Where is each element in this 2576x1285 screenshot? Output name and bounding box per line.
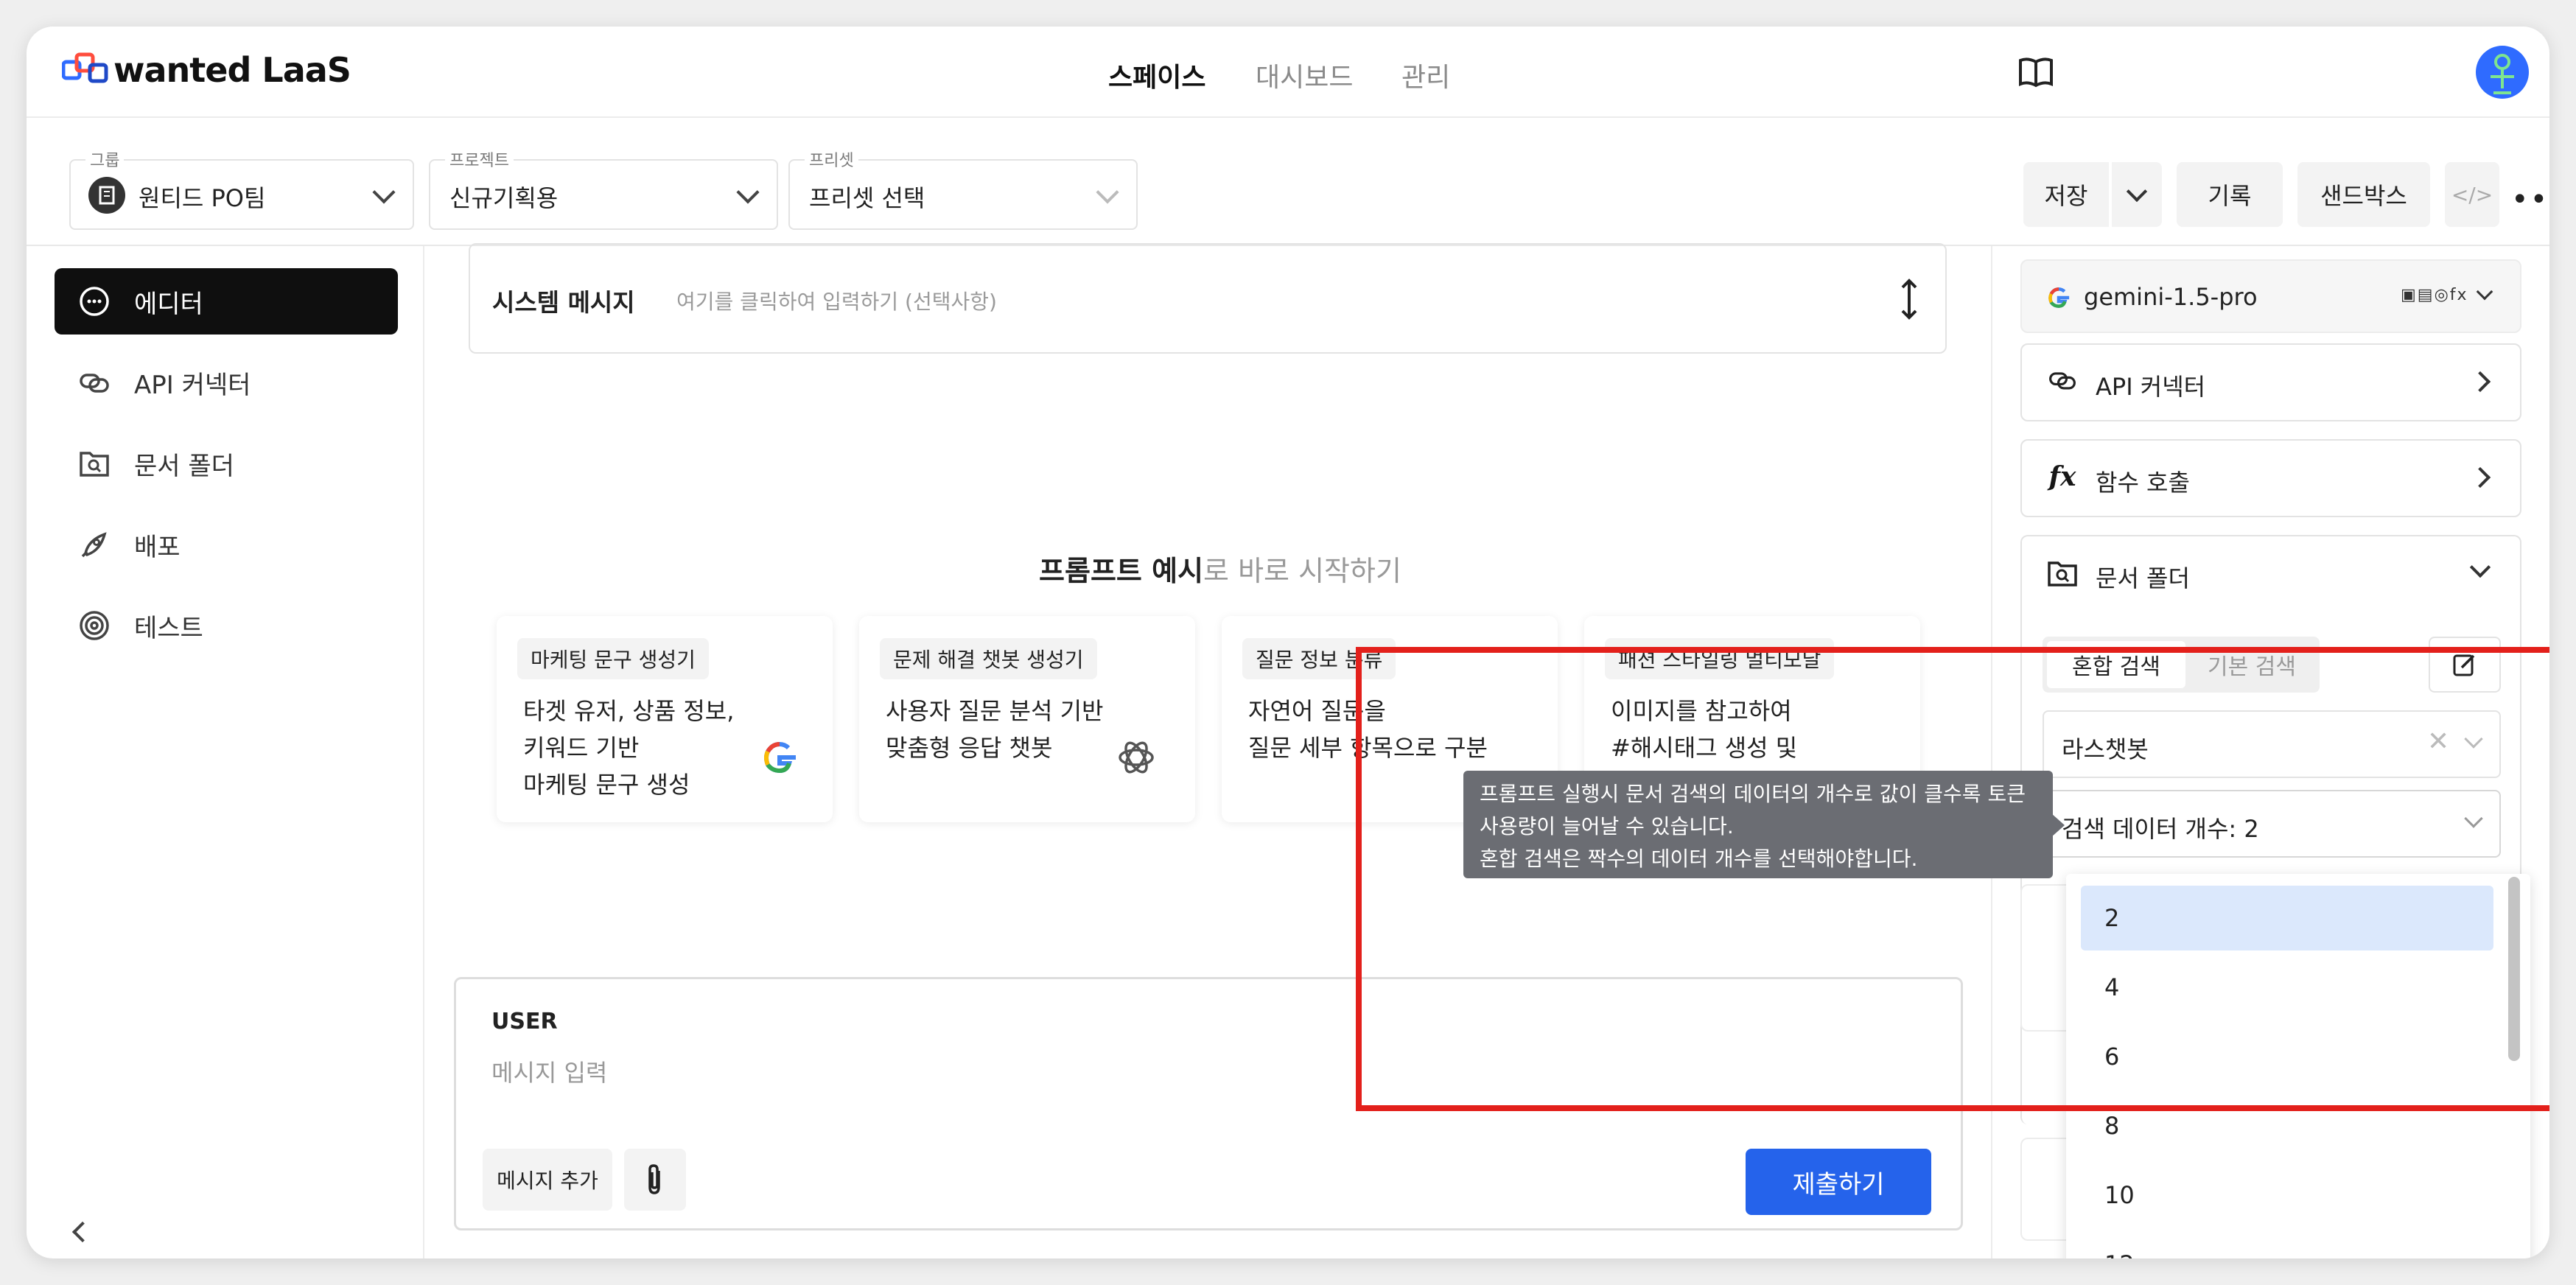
card-description: 타겟 유저, 상품 정보, 키워드 기반 마케팅 문구 생성	[523, 697, 735, 799]
google-icon	[2048, 287, 2070, 308]
openai-icon	[1119, 741, 1154, 774]
chat-icon	[78, 285, 111, 318]
chevron-right-icon	[2469, 466, 2491, 489]
save-button[interactable]: 저장	[2023, 162, 2109, 227]
example-card-chatbot[interactable]: 문제 해결 챗봇 생성기 사용자 질문 분석 기반 맞춤형 응답 챗봇	[859, 616, 1195, 822]
group-select-label: 그룹	[85, 147, 125, 171]
code-icon[interactable]: </>	[2445, 162, 2499, 227]
chevron-down-icon	[372, 181, 396, 204]
nav-admin[interactable]: 관리	[1401, 56, 1450, 94]
history-button[interactable]: 기록	[2177, 162, 2283, 227]
model-select[interactable]: gemini-1.5-pro ▣▤◎fx	[2020, 259, 2521, 333]
function-call-section[interactable]: fx 함수 호출	[2020, 439, 2521, 517]
project-select[interactable]: 프로젝트 신규기획용	[429, 147, 778, 230]
collapse-sidebar-icon[interactable]	[71, 1221, 94, 1243]
api-connector-label: API 커넥터	[2096, 373, 2206, 401]
system-message-field[interactable]: 시스템 메시지 여기를 클릭하여 입력하기 (선택사항)	[469, 243, 1947, 354]
chevron-down-icon	[1096, 181, 1119, 204]
save-options-button[interactable]	[2112, 162, 2162, 227]
paperclip-icon	[648, 1164, 660, 1194]
message-input[interactable]: 메시지 입력	[491, 1054, 607, 1088]
sidebar-item-editor[interactable]: 에디터	[55, 268, 398, 335]
card-chip: 문제 해결 챗봇 생성기	[880, 638, 1097, 679]
user-role-label: USER	[491, 1009, 558, 1034]
folder-search-icon	[2044, 557, 2081, 596]
sidebar-item-doc-folder[interactable]: 문서 폴더	[55, 430, 398, 497]
sidebar-item-label: 배포	[134, 532, 181, 562]
dropdown-option[interactable]: 10	[2081, 1163, 2493, 1228]
doc-folder-label: 문서 폴더	[2096, 564, 2190, 592]
sidebar-item-label: 문서 폴더	[134, 451, 234, 481]
sidebar-item-label: 테스트	[134, 613, 203, 643]
preset-select-value: 프리셋 선택	[809, 184, 925, 212]
examples-title: 프롬프트 예시로 바로 시작하기	[424, 548, 2016, 589]
rocket-icon	[78, 528, 111, 561]
sidebar-item-label: 에디터	[134, 289, 203, 319]
link-icon	[2044, 365, 2081, 402]
submit-button[interactable]: 제출하기	[1746, 1149, 1931, 1215]
brand-name[interactable]: wanted LaaS	[113, 50, 351, 90]
user-avatar[interactable]	[2474, 44, 2530, 100]
chevron-down-icon	[2476, 283, 2493, 301]
top-header: wanted LaaS 스페이스 대시보드 관리	[27, 27, 2549, 118]
chevron-down-icon[interactable]	[2469, 556, 2491, 578]
examples-title-bold: 프롬프트 예시	[1039, 555, 1204, 587]
model-name: gemini-1.5-pro	[2084, 283, 2258, 311]
sidebar-item-label: API 커넥터	[134, 370, 251, 400]
app-window: wanted LaaS 스페이스 대시보드 관리 그룹 원티드 PO팀 프로젝트	[27, 27, 2549, 1258]
card-chip: 마케팅 문구 생성기	[517, 638, 709, 679]
sandbox-button[interactable]: 샌드박스	[2297, 162, 2430, 227]
function-call-label: 함수 호출	[2096, 469, 2190, 497]
expand-vertical-icon[interactable]	[1898, 277, 1920, 321]
system-message-placeholder: 여기를 클릭하여 입력하기 (선택사항)	[676, 290, 997, 314]
building-icon	[88, 177, 125, 214]
sidebar-item-test[interactable]: 테스트	[55, 592, 398, 659]
folder-search-icon	[78, 447, 111, 480]
api-connector-section[interactable]: API 커넥터	[2020, 343, 2521, 421]
more-options-icon[interactable]: •••	[2511, 183, 2549, 217]
chevron-down-icon	[736, 181, 760, 204]
group-select[interactable]: 그룹 원티드 PO팀	[69, 147, 414, 230]
nav-space[interactable]: 스페이스	[1108, 56, 1205, 94]
sidebar: 에디터 API 커넥터 문서 폴더 배포 테스트	[27, 246, 424, 1258]
card-description: 사용자 질문 분석 기반 맞춤형 응답 챗봇	[886, 697, 1104, 762]
system-message-label: 시스템 메시지	[492, 288, 635, 317]
toolbar: 그룹 원티드 PO팀 프로젝트 신규기획용 프리셋 프리셋 선택 저장 기록 샌…	[27, 118, 2549, 246]
sidebar-item-deploy[interactable]: 배포	[55, 511, 398, 578]
example-card-marketing[interactable]: 마케팅 문구 생성기 타겟 유저, 상품 정보, 키워드 기반 마케팅 문구 생…	[497, 616, 833, 822]
group-select-value: 원티드 PO팀	[139, 184, 266, 212]
wanted-logo-icon[interactable]	[62, 52, 109, 90]
chevron-down-icon	[2126, 181, 2148, 203]
preset-select[interactable]: 프리셋 프리셋 선택	[788, 147, 1138, 230]
function-icon: fx	[2048, 461, 2076, 492]
chevron-right-icon	[2469, 371, 2491, 393]
project-select-label: 프로젝트	[445, 147, 514, 171]
model-capability-icons: ▣▤◎fx	[2401, 286, 2468, 304]
google-icon	[764, 741, 796, 774]
project-select-value: 신규기획용	[449, 184, 559, 212]
attach-button[interactable]	[624, 1149, 686, 1211]
add-message-button[interactable]: 메시지 추가	[483, 1149, 612, 1211]
sidebar-item-api-connector[interactable]: API 커넥터	[55, 349, 398, 416]
preset-select-label: 프리셋	[805, 147, 858, 171]
target-icon	[78, 609, 111, 642]
nav-dashboard[interactable]: 대시보드	[1256, 56, 1353, 94]
link-icon	[78, 366, 111, 399]
book-open-icon[interactable]	[2017, 56, 2054, 88]
highlight-box	[1356, 647, 2549, 1111]
dropdown-option[interactable]: 12	[2081, 1232, 2493, 1258]
examples-title-rest: 로 바로 시작하기	[1203, 555, 1401, 587]
